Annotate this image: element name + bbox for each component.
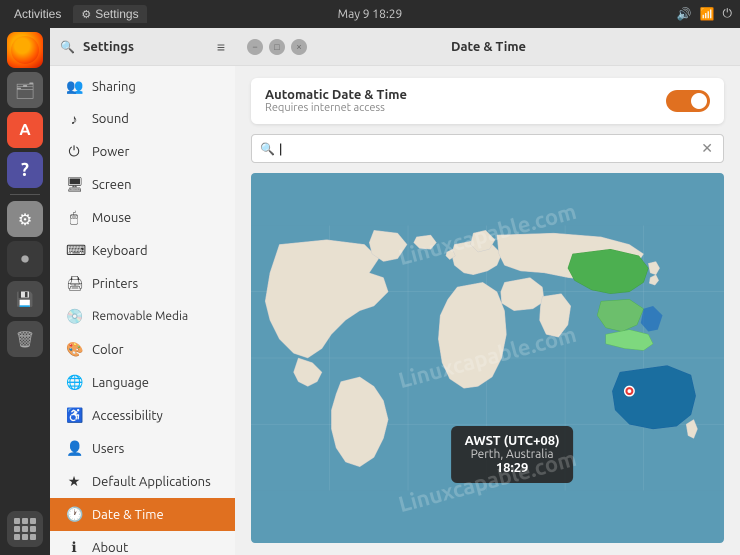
- nav-color-label: Color: [92, 343, 124, 357]
- dock-appstore[interactable]: A: [7, 112, 43, 148]
- timezone-search-input[interactable]: [275, 135, 699, 162]
- nav-power[interactable]: ⏻ Power: [50, 135, 235, 168]
- nav-accessibility-label: Accessibility: [92, 409, 163, 423]
- dialog-titlebar: − □ × Date & Time: [235, 28, 740, 66]
- dock-settings[interactable]: ⚙: [7, 201, 43, 237]
- dock-files[interactable]: 🗂: [7, 72, 43, 108]
- power-icon-nav: ⏻: [66, 143, 82, 160]
- nav-sharing[interactable]: 👥 Sharing: [50, 70, 235, 103]
- hamburger-menu[interactable]: ≡: [217, 39, 225, 55]
- language-icon: 🌐: [66, 374, 82, 391]
- keyboard-icon: ⌨: [66, 242, 82, 259]
- dock: 🗂 A ? ⚙ ⏺ 💾 🗑: [0, 28, 50, 555]
- dialog-content: Automatic Date & Time Requires internet …: [235, 66, 740, 555]
- screen-icon: 🖥: [66, 176, 82, 193]
- nav-keyboard-label: Keyboard: [92, 244, 148, 258]
- auto-datetime-title: Automatic Date & Time: [265, 88, 407, 102]
- timezone-clear-button[interactable]: ✕: [699, 140, 715, 157]
- nav-keyboard[interactable]: ⌨ Keyboard: [50, 234, 235, 267]
- removable-icon: 💿: [66, 308, 82, 325]
- settings-panel: 🔍 Settings ≡ 👥 Sharing ♪ Sound ⏻ Power 🖥…: [50, 28, 235, 555]
- settings-tab-label: Settings: [95, 7, 138, 21]
- mouse-icon: 🖱: [66, 209, 82, 226]
- activities-button[interactable]: Activities: [8, 5, 67, 23]
- dock-help[interactable]: ?: [7, 152, 43, 188]
- nav-power-label: Power: [92, 145, 129, 159]
- nav-datetime-label: Date & Time: [92, 508, 164, 522]
- accessibility-icon: ♿: [66, 407, 82, 424]
- settings-search-icon: 🔍: [60, 40, 75, 54]
- dock-divider: [10, 194, 40, 195]
- window-controls: − □ ×: [247, 39, 307, 55]
- users-icon: 👤: [66, 440, 82, 457]
- timezone-search-container: 🔍 ✕: [251, 134, 724, 163]
- minimize-button[interactable]: −: [247, 39, 263, 55]
- datetime-dialog: − □ × Date & Time Automatic Date & Time …: [235, 28, 740, 555]
- nav-about[interactable]: ℹ About: [50, 531, 235, 555]
- nav-removable[interactable]: 💿 Removable Media: [50, 300, 235, 333]
- network-icon: 📶: [700, 7, 715, 21]
- sound-icon: ♪: [66, 111, 82, 127]
- dock-save[interactable]: 💾: [7, 281, 43, 317]
- world-map-svg: [251, 173, 724, 543]
- nav-language-label: Language: [92, 376, 149, 390]
- default-apps-icon: ★: [66, 473, 82, 490]
- settings-nav: 👥 Sharing ♪ Sound ⏻ Power 🖥 Screen 🖱 Mou…: [50, 66, 235, 555]
- dock-media[interactable]: ⏺: [7, 241, 43, 277]
- nav-users-label: Users: [92, 442, 124, 456]
- nav-about-label: About: [92, 541, 128, 555]
- settings-tab[interactable]: ⚙ Settings: [73, 5, 146, 23]
- about-icon: ℹ: [66, 539, 82, 555]
- nav-color[interactable]: 🎨 Color: [50, 333, 235, 366]
- nav-sound-label: Sound: [92, 112, 129, 126]
- settings-tab-icon: ⚙: [81, 8, 91, 21]
- nav-screen[interactable]: 🖥 Screen: [50, 168, 235, 201]
- world-map-container[interactable]: Linuxcapable.com Linuxcapable.com Linuxc…: [251, 173, 724, 543]
- settings-panel-title: Settings: [83, 40, 209, 54]
- nav-default-apps-label: Default Applications: [92, 475, 211, 489]
- nav-users[interactable]: 👤 Users: [50, 432, 235, 465]
- nav-printers-label: Printers: [92, 277, 138, 291]
- timezone-search-icon: 🔍: [260, 142, 275, 156]
- nav-printers[interactable]: 🖨 Printers: [50, 267, 235, 300]
- nav-mouse[interactable]: 🖱 Mouse: [50, 201, 235, 234]
- clock: May 9 18:29: [338, 8, 403, 21]
- dock-trash[interactable]: 🗑: [7, 321, 43, 357]
- nav-sharing-label: Sharing: [92, 80, 136, 94]
- nav-removable-label: Removable Media: [92, 310, 188, 323]
- settings-header: 🔍 Settings ≡: [50, 28, 235, 66]
- nav-accessibility[interactable]: ♿ Accessibility: [50, 399, 235, 432]
- top-bar: Activities ⚙ Settings May 9 18:29 🔊 📶 ⏻: [0, 0, 740, 28]
- dock-firefox[interactable]: [7, 32, 43, 68]
- auto-datetime-label: Automatic Date & Time Requires internet …: [265, 88, 407, 114]
- datetime-icon: 🕐: [66, 506, 82, 523]
- auto-datetime-toggle[interactable]: [666, 90, 710, 112]
- sharing-icon: 👥: [66, 78, 82, 95]
- nav-language[interactable]: 🌐 Language: [50, 366, 235, 399]
- auto-datetime-subtitle: Requires internet access: [265, 102, 407, 114]
- nav-datetime[interactable]: 🕐 Date & Time: [50, 498, 235, 531]
- restore-button[interactable]: □: [269, 39, 285, 55]
- nav-sound[interactable]: ♪ Sound: [50, 103, 235, 135]
- power-icon: ⏻: [723, 7, 733, 21]
- dock-apps-button[interactable]: [7, 511, 43, 547]
- auto-datetime-row: Automatic Date & Time Requires internet …: [251, 78, 724, 124]
- close-button[interactable]: ×: [291, 39, 307, 55]
- printers-icon: 🖨: [66, 275, 82, 292]
- audio-icon: 🔊: [677, 7, 692, 21]
- nav-screen-label: Screen: [92, 178, 132, 192]
- dialog-title: Date & Time: [307, 40, 670, 54]
- color-icon: 🎨: [66, 341, 82, 358]
- nav-mouse-label: Mouse: [92, 211, 131, 225]
- nav-default-apps[interactable]: ★ Default Applications: [50, 465, 235, 498]
